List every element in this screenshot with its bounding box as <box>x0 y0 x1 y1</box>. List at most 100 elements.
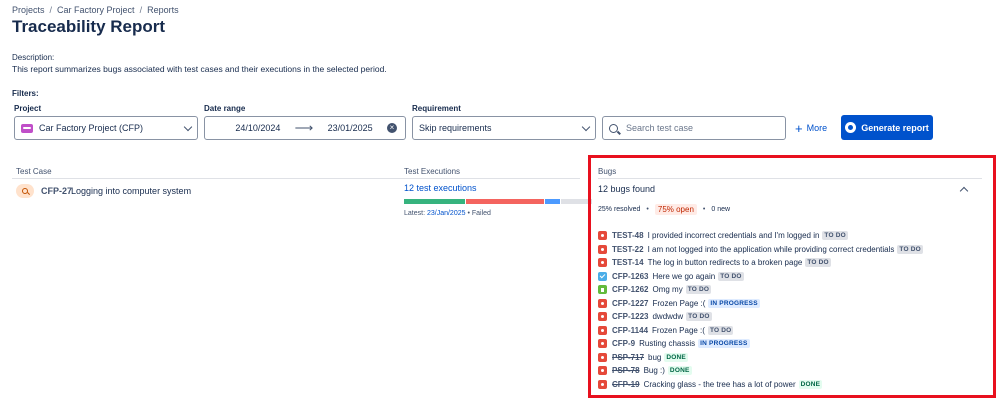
bug-key[interactable]: CFP-1144 <box>612 326 648 335</box>
page-title: Traceability Report <box>12 17 166 36</box>
date-from[interactable]: 24/10/2024 <box>235 123 280 133</box>
bug-summary: The log in button redirects to a broken … <box>647 258 803 268</box>
new-count: 0 new <box>711 205 731 213</box>
bug-item[interactable]: PSP-78 Bug :) DONE <box>598 364 978 378</box>
bug-key[interactable]: PSP-717 <box>612 353 644 362</box>
test-case-icon <box>16 184 34 198</box>
breadcrumb-reports[interactable]: Reports <box>147 5 179 15</box>
status-badge: TO DO <box>897 244 923 254</box>
date-range-label: Date range <box>204 104 246 113</box>
latest-execution-date-link[interactable]: 23/Jan/2025 <box>427 210 466 217</box>
execution-status-bar <box>404 199 592 204</box>
open-percentage-badge: 75% open <box>654 203 697 215</box>
date-range-picker[interactable]: 24/10/2024 ⟶ 23/01/2025 × <box>204 116 406 140</box>
bug-type-icon <box>598 352 607 362</box>
bug-summary: Rusting chassis <box>639 339 696 349</box>
story-type-icon <box>598 285 607 295</box>
column-header-test-case: Test Case <box>16 167 52 176</box>
generate-report-label: Generate report <box>861 122 929 133</box>
test-executions-link[interactable]: 12 test executions <box>404 183 477 193</box>
bug-key[interactable]: CFP-19 <box>612 380 640 389</box>
project-select-value: Car Factory Project (CFP) <box>39 123 144 133</box>
bug-item[interactable]: CFP-1223 dwdwdw TO DO <box>598 310 978 324</box>
chevron-down-icon <box>581 122 591 131</box>
execution-bar-segment <box>404 199 466 204</box>
description-label: Description: <box>12 53 55 62</box>
execution-bar-segment <box>544 199 560 204</box>
search-placeholder: Search test case <box>626 123 694 133</box>
bug-stats: 25% resolved • 75% open • 0 new <box>598 202 730 216</box>
bug-item[interactable]: CFP-9 Rusting chassis IN PROGRESS <box>598 337 978 351</box>
project-avatar-icon <box>21 123 33 133</box>
separator-dot: • <box>702 205 706 213</box>
execution-bar-segment <box>466 199 544 204</box>
project-select[interactable]: Car Factory Project (CFP) <box>14 116 198 140</box>
bug-item[interactable]: CFP-1263 Here we go again TO DO <box>598 270 978 284</box>
requirement-select[interactable]: Skip requirements <box>412 116 596 140</box>
breadcrumb-separator: / <box>139 5 143 15</box>
filters-label: Filters: <box>12 89 39 98</box>
bug-type-icon <box>598 366 607 376</box>
bug-summary: Frozen Page :( <box>652 298 706 308</box>
column-header-bugs: Bugs <box>598 167 617 176</box>
description-text: This report summarizes bugs associated w… <box>12 64 387 74</box>
status-badge: TO DO <box>718 271 744 281</box>
bug-key[interactable]: CFP-1263 <box>612 272 648 281</box>
bug-type-icon <box>598 312 607 322</box>
more-filters-button[interactable]: + More <box>795 118 827 138</box>
eye-icon <box>845 122 857 133</box>
clear-icon[interactable]: × <box>386 123 397 133</box>
bug-item[interactable]: TEST-48 I provided incorrect credentials … <box>598 229 978 243</box>
breadcrumb-projects[interactable]: Projects <box>12 5 45 15</box>
project-label: Project <box>14 104 42 113</box>
bug-item[interactable]: CFP-1227 Frozen Page :(IN PROGRESS <box>598 297 978 311</box>
latest-execution: Latest: 23/Jan/2025 • Failed <box>404 210 491 217</box>
task-type-icon <box>598 271 607 281</box>
bugs-found-count: 12 bugs found <box>598 184 656 194</box>
bug-list: TEST-48 I provided incorrect credentials … <box>598 229 978 391</box>
breadcrumb-separator: / <box>49 5 53 15</box>
arrow-right-icon: ⟶ <box>294 120 314 135</box>
status-badge: DONE <box>798 379 823 389</box>
bug-type-icon <box>598 258 607 268</box>
generate-report-button[interactable]: Generate report <box>841 115 933 140</box>
bug-summary: Omg my <box>652 285 683 295</box>
bug-key[interactable]: CFP-1223 <box>612 312 648 321</box>
bug-item[interactable]: CFP-1144 Frozen Page :(TO DO <box>598 324 978 338</box>
latest-label: Latest: <box>404 210 426 217</box>
bug-key[interactable]: CFP-1262 <box>612 285 648 294</box>
bug-summary: Bug :) <box>643 366 665 376</box>
status-badge: DONE <box>667 366 692 376</box>
bug-type-icon <box>598 231 607 241</box>
breadcrumb-car-factory-project[interactable]: Car Factory Project <box>57 5 135 15</box>
status-badge: TO DO <box>686 312 712 322</box>
bug-item[interactable]: CFP-1262 Omg my TO DO <box>598 283 978 297</box>
bug-key[interactable]: CFP-1227 <box>612 299 648 308</box>
bug-summary: Frozen Page :( <box>652 325 705 335</box>
bug-summary: Cracking glass - the tree has a lot of p… <box>643 379 796 389</box>
bug-key[interactable]: PSP-78 <box>612 366 640 375</box>
bug-summary: Here we go again <box>652 271 716 281</box>
bug-item[interactable]: PSP-717 bug DONE <box>598 351 978 365</box>
bug-type-icon <box>598 244 607 254</box>
bug-item[interactable]: CFP-19 Cracking glass - the tree has a lo… <box>598 378 978 392</box>
bug-item[interactable]: TEST-14 The log in button redirects to a … <box>598 256 978 270</box>
bug-key[interactable]: TEST-48 <box>612 231 644 240</box>
bug-key[interactable]: TEST-14 <box>612 258 644 267</box>
test-case-key[interactable]: CFP-27 <box>41 186 72 196</box>
bug-item[interactable]: TEST-22 I am not logged into the applicat… <box>598 243 978 257</box>
chevron-down-icon <box>183 122 193 131</box>
date-to[interactable]: 23/01/2025 <box>328 123 373 133</box>
status-badge: IN PROGRESS <box>698 339 750 349</box>
requirement-label: Requirement <box>412 104 461 113</box>
bug-type-icon <box>598 339 607 349</box>
status-badge: TO DO <box>822 231 848 241</box>
header-divider <box>12 178 580 179</box>
separator-dot: • <box>646 205 649 213</box>
search-icon <box>609 123 618 133</box>
bug-key[interactable]: TEST-22 <box>612 245 644 254</box>
bug-summary: bug <box>648 352 662 362</box>
bug-key[interactable]: CFP-9 <box>612 339 635 348</box>
search-test-case-input[interactable]: Search test case <box>602 116 786 140</box>
bug-summary: dwdwdw <box>652 312 684 322</box>
